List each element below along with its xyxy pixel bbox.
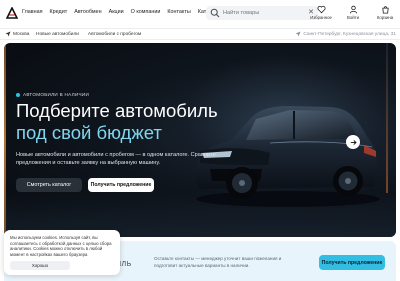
in-stock-badge: АВТОМОБИЛИ В НАЛИЧИИ [16, 92, 89, 97]
search-input[interactable] [223, 10, 303, 16]
location-bar: Москва Новые автомобили Автомобили с про… [0, 28, 400, 40]
login-label: Войти [346, 15, 360, 20]
location-arrow-icon [295, 31, 301, 37]
brand-logo-icon[interactable] [6, 7, 18, 19]
cookie-accept-button[interactable]: Хорошо [10, 261, 70, 270]
nav-item-promotions[interactable]: Акции [109, 9, 124, 15]
hero-description: Новые автомобили и автомобили с пробегом… [16, 152, 216, 166]
badge-dot [16, 92, 20, 97]
strip-get-offer-button[interactable]: Получить предложение [319, 255, 385, 270]
search-icon [210, 8, 220, 18]
view-catalog-button[interactable]: Смотреть каталог [16, 178, 82, 192]
cart-icon [381, 6, 389, 14]
hero-title-line2: под свой бюджет [16, 122, 162, 143]
main-nav: Главная Кредит Автообмен Акции О компани… [22, 9, 217, 15]
nav-item-about[interactable]: О компании [131, 9, 161, 15]
link-used-cars[interactable]: Автомобили с пробегом [88, 32, 141, 37]
nav-item-credit[interactable]: Кредит [50, 9, 68, 15]
site-header: Главная Кредит Автообмен Акции О компани… [0, 0, 400, 28]
nav-item-home[interactable]: Главная [22, 9, 43, 15]
cookie-text: Мы используем cookies. Используя сайт, в… [10, 235, 112, 257]
arrow-right-icon [350, 139, 357, 145]
heart-icon [316, 5, 326, 14]
city-selector[interactable]: Москва [5, 31, 29, 37]
hero-title-line1: Подберите автомобиль [16, 100, 218, 121]
subbar-links: Новые автомобили Автомобили с пробегом [36, 32, 141, 37]
favorites-button[interactable]: Избранное [310, 5, 332, 20]
dealer-address[interactable]: Санкт-Петербург, Кузнецовская улица, 31 [295, 31, 396, 37]
favorites-label: Избранное [310, 15, 332, 20]
next-slide-button[interactable] [346, 135, 360, 149]
get-offer-button[interactable]: Получить предложение [88, 178, 154, 192]
strip-info-text: Оставьте контакты — менеджер уточнит ваш… [154, 256, 282, 268]
city-label: Москва [13, 31, 30, 37]
hero-banner: АВТОМОБИЛИ В НАЛИЧИИ Подберите автомобил… [4, 43, 396, 237]
cart-button[interactable]: Корзина [374, 5, 396, 20]
user-icon [349, 5, 357, 14]
neon-strip-left [4, 43, 6, 237]
nav-item-trade-in[interactable]: Автообмен [74, 9, 101, 15]
login-button[interactable]: Войти [342, 5, 364, 20]
neon-strip-right [386, 43, 388, 193]
badge-label: АВТОМОБИЛИ В НАЛИЧИИ [23, 92, 90, 97]
nav-item-contacts[interactable]: Контакты [167, 9, 190, 15]
link-new-cars[interactable]: Новые автомобили [36, 32, 79, 37]
header-actions: Избранное Войти Корзина [310, 5, 396, 20]
search-box[interactable]: ✕ [206, 6, 318, 20]
cookie-banner: Мы используем cookies. Используя сайт, в… [4, 230, 120, 275]
location-arrow-icon [5, 31, 11, 37]
suv-car-image [195, 106, 380, 207]
address-label: Санкт-Петербург, Кузнецовская улица, 31 [303, 31, 396, 37]
cart-label: Корзина [376, 15, 394, 20]
